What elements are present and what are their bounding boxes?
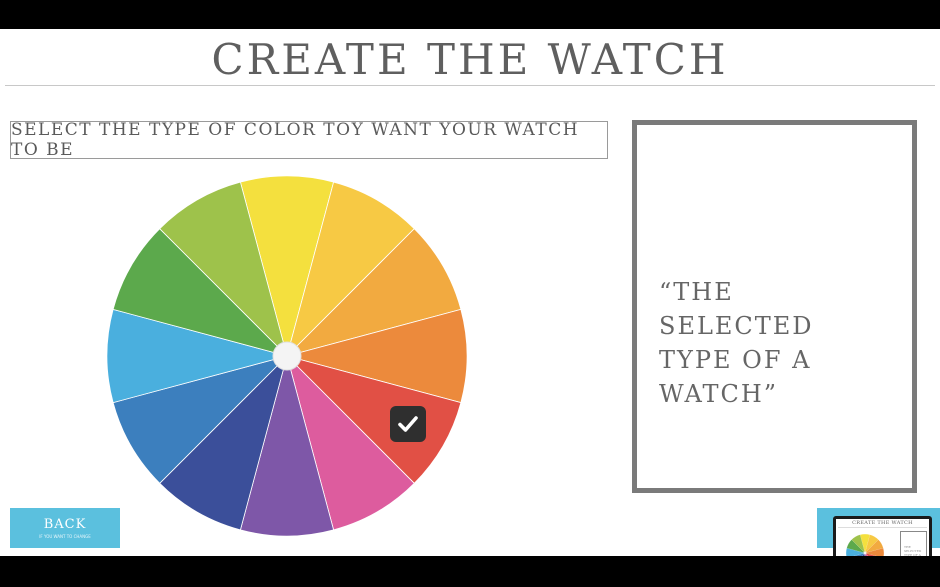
watch-preview-text: “THE SELECTED TYPE OF A WATCH” [659, 278, 814, 408]
thumbnail-title: CREATE THE WATCH [852, 520, 913, 526]
title-divider [5, 85, 935, 86]
checkmark-icon [398, 416, 418, 432]
thumbnail-screen: CREATE THE WATCH THE SELECTED TYPE OF A … [836, 519, 929, 556]
back-button-subtext: IF YOU WANT TO CHANGE [39, 534, 91, 539]
back-button-label: BACK [43, 517, 87, 532]
color-prompt-box: SELECT THE TYPE OF COLOR TOY WANT YOUR W… [10, 120, 608, 160]
color-wheel-hub [863, 551, 867, 555]
thumbnail-color-wheel [846, 534, 884, 556]
color-prompt-text: SELECT THE TYPE OF COLOR TOY WANT YOUR W… [11, 120, 580, 160]
thumbnail-divider [838, 527, 927, 528]
bottom-letterbox-bar [0, 556, 940, 587]
thumbnail-preview-text: THE SELECTED TYPE OF A WATCH [904, 545, 922, 556]
top-letterbox-bar [0, 0, 940, 29]
thumbnail-preview-frame: THE SELECTED TYPE OF A WATCH [900, 531, 927, 556]
back-button[interactable]: BACK IF YOU WANT TO CHANGE [10, 508, 120, 548]
page: CREATE THE WATCH SELECT THE TYPE OF COLO… [0, 29, 940, 556]
page-title: CREATE THE WATCH [211, 35, 729, 84]
color-wheel-hub [272, 341, 302, 371]
selected-check-badge [390, 406, 426, 442]
watch-preview-frame: “THE SELECTED TYPE OF A WATCH” [632, 120, 917, 493]
color-wheel [106, 175, 468, 537]
screen-thumbnail: CREATE THE WATCH THE SELECTED TYPE OF A … [833, 516, 932, 556]
